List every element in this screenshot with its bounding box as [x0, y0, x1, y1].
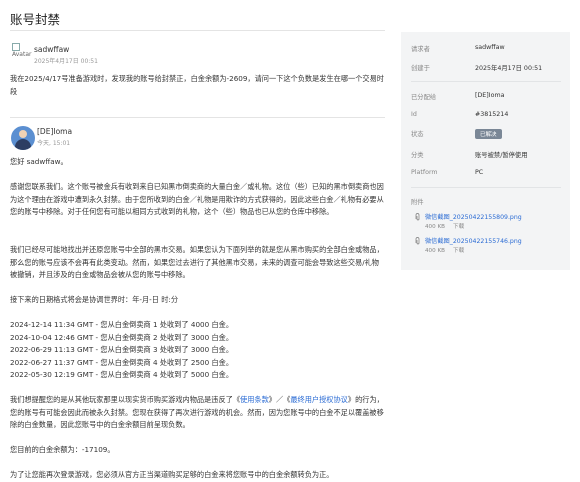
detail-value: 2025年4月17日 00:51	[475, 65, 543, 72]
avatar-alt-text: Avatar	[12, 51, 32, 58]
transaction-line: 2022-06-27 11:37 GMT - 您从白金倒卖商 4 处收到了 25…	[10, 357, 234, 367]
download-link[interactable]: 下载	[453, 224, 464, 230]
broken-image-icon	[12, 43, 20, 51]
paperclip-icon	[415, 213, 420, 221]
transaction-line: 2024-12-14 11:34 GMT - 您从白金倒卖商 1 处收到了 40…	[10, 320, 234, 329]
paragraph-text: 我们想提醒您的是从其他玩家那里以现实货币购买游戏内物品是违反了《	[10, 395, 241, 404]
detail-label: Platform	[411, 169, 438, 176]
divider	[411, 187, 561, 188]
divider	[411, 81, 561, 82]
reply-paragraph-5: 为了让您能再次登录游戏，您必须从官方正当渠道购买足够的白金来将您账号中的白金余额…	[10, 470, 334, 479]
author-name[interactable]: sadwffaw	[34, 45, 69, 54]
transaction-line: 2022-06-29 11:13 GMT - 您从白金倒卖商 3 处收到了 30…	[10, 345, 234, 354]
eula-link[interactable]: 最终用户授权协议	[290, 395, 348, 404]
attachment-meta: 400 KB 下载	[425, 222, 464, 230]
page-title: 账号封禁	[10, 12, 61, 27]
avatar: Avatar	[12, 43, 36, 67]
paragraph-text: 》／《	[268, 395, 291, 404]
terms-of-use-link[interactable]: 使用条款	[240, 395, 269, 404]
detail-label: 状态	[411, 131, 424, 138]
detail-label: 创建于	[411, 65, 430, 72]
author-name[interactable]: [DE]Ioma	[37, 127, 72, 136]
reply-greeting: 您好 sadwffaw。	[10, 157, 68, 166]
detail-value: #3815214	[475, 111, 509, 118]
paperclip-icon	[415, 237, 420, 245]
detail-label: 已分配给	[411, 94, 437, 101]
reply-paragraph-4: 我们想提醒您的是从其他玩家那里以现实货币购买游戏内物品是违反了《使用条款》／《最…	[10, 394, 385, 432]
reply-paragraph-3: 接下来的日期格式将会是协调世界时：年-月-日 时:分	[10, 295, 179, 304]
transaction-line: 2022-05-30 12:19 GMT - 您从白金倒卖商 4 处收到了 50…	[10, 370, 234, 379]
detail-label: Id	[411, 111, 417, 118]
avatar	[11, 126, 35, 150]
detail-label: 请求者	[411, 46, 430, 53]
ticket-thread: Avatar sadwffaw 2025年4月17日 00:51 我在2025/…	[10, 30, 385, 479]
attachment-link[interactable]: 微信截图_20250422155746.png	[425, 236, 522, 245]
download-link[interactable]: 下载	[453, 248, 464, 254]
ticket-details-panel: 请求者 sadwffaw 创建于 2025年4月17日 00:51 已分配给 [DE]…	[401, 32, 570, 270]
status-badge: 已解决	[475, 129, 502, 139]
balance-text: 您目前的白金余额为：-17109。	[10, 445, 115, 454]
reply-paragraph-1: 感谢您联系我们。这个账号被金兵有收到来自已知黑市倒卖商的大量白金／或礼物。这位（…	[10, 182, 384, 216]
transaction-line: 2024-10-04 12:46 GMT - 您从白金倒卖商 2 处收到了 30…	[10, 332, 234, 342]
message-reply: [DE]Ioma 今天, 15:01 您好 sadwffaw。 感谢您联系我们。…	[10, 118, 385, 479]
detail-value: sadwffaw	[475, 44, 505, 51]
detail-value: [DE]Ioma	[475, 92, 505, 99]
file-size: 400 KB	[425, 224, 445, 230]
file-size: 400 KB	[425, 248, 445, 254]
message-date: 今天, 15:01	[37, 140, 71, 147]
attachments-label: 附件	[411, 199, 424, 206]
detail-value: PC	[475, 169, 484, 176]
detail-value: 账号被禁/暂停使用	[475, 152, 528, 159]
message-original: Avatar sadwffaw 2025年4月17日 00:51 我在2025/…	[10, 31, 385, 101]
attachment-link[interactable]: 微信截图_20250422155809.png	[425, 212, 522, 221]
detail-label: 分类	[411, 152, 424, 159]
message-text: 我在2025/4/17号准备游戏时，发现我的账号给封禁正，白金余额为-2609，…	[10, 74, 384, 96]
message-date: 2025年4月17日 00:51	[34, 58, 98, 65]
reply-paragraph-2: 我们已经尽可能地找出并还原您账号中全部的黑市交易。如果您认为下面列举的就是您从黑…	[10, 245, 384, 279]
attachment-meta: 400 KB 下载	[425, 246, 464, 254]
